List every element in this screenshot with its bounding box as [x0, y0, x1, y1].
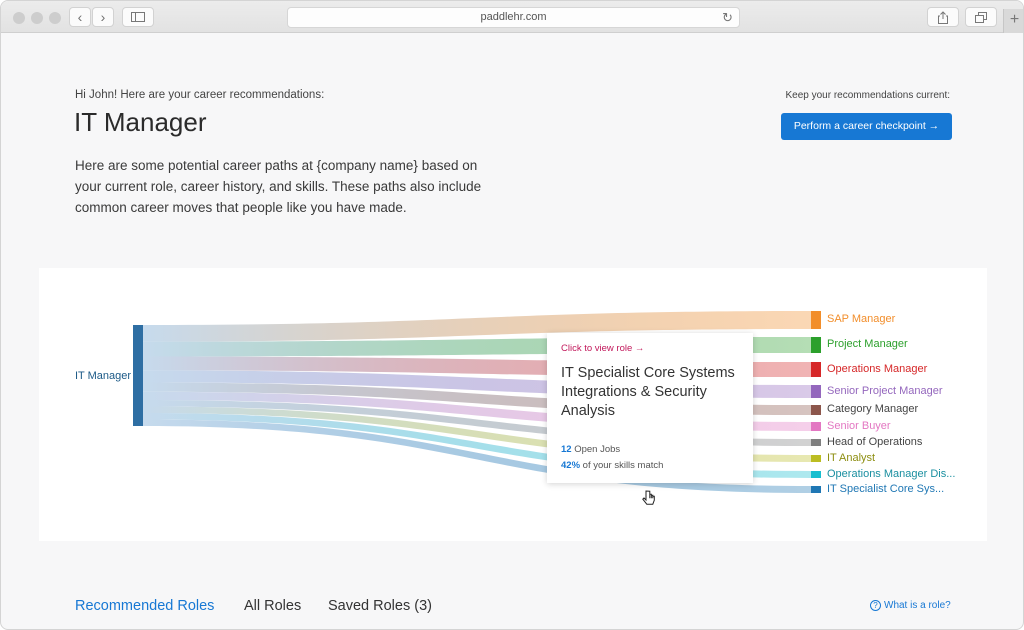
page-title: IT Manager	[74, 107, 207, 137]
career-checkpoint-button[interactable]: Perform a career checkpoint →	[781, 113, 952, 140]
sankey-target-label[interactable]: Operations Manager Dis...	[827, 468, 955, 480]
zoom-window-dot[interactable]	[49, 12, 61, 24]
browser-window: ‹ › paddlehr.com ↻ + Hi John! Here are y…	[0, 0, 1024, 630]
close-window-dot[interactable]	[13, 12, 25, 24]
open-jobs-label: Open Jobs	[571, 444, 621, 455]
sankey-source-node[interactable]	[133, 325, 143, 426]
browser-titlebar: ‹ › paddlehr.com ↻ +	[1, 1, 1023, 33]
skills-match-stat: 42% of your skills match	[561, 460, 663, 471]
greeting-text: Hi John! Here are your career recommenda…	[75, 89, 325, 101]
sankey-target-node[interactable]	[811, 455, 821, 462]
open-jobs-count: 12	[561, 444, 572, 455]
chevron-left-icon: ‹	[77, 9, 83, 25]
open-jobs-stat: 12 Open Jobs	[561, 444, 620, 455]
hand-cursor-icon	[642, 490, 656, 511]
sankey-target-node[interactable]	[811, 439, 821, 446]
sankey-card: IT Manager SAP Manager Project Manager Ope…	[39, 268, 987, 541]
sankey-target-node[interactable]	[811, 422, 821, 431]
tab-saved-roles[interactable]: Saved Roles (3)	[328, 598, 432, 614]
keep-current-label: Keep your recommendations current:	[785, 90, 950, 101]
tooltip-role-title: IT Specialist Core Systems Integrations …	[561, 365, 735, 419]
skills-match-pct: 42%	[561, 460, 581, 471]
back-button[interactable]: ‹	[69, 7, 91, 27]
forward-button[interactable]: ›	[92, 7, 114, 27]
role-tooltip[interactable]: Click to view role → IT Specialist Core …	[547, 333, 753, 483]
help-link-text: What is a role?	[884, 600, 951, 611]
sankey-target-label[interactable]: Operations Manager	[827, 363, 927, 375]
sankey-target-node[interactable]	[811, 471, 821, 478]
sidebar-toggle-button[interactable]	[122, 7, 154, 27]
sankey-target-node[interactable]	[811, 486, 821, 493]
sankey-target-label[interactable]: SAP Manager	[827, 313, 895, 325]
tab-recommended-roles[interactable]: Recommended Roles	[75, 598, 214, 614]
sankey-target-node[interactable]	[811, 405, 821, 415]
url-text: paddlehr.com	[480, 11, 547, 23]
sankey-target-label[interactable]: IT Analyst	[827, 452, 875, 464]
help-icon: ?	[870, 600, 881, 611]
tab-all-roles[interactable]: All Roles	[244, 598, 301, 614]
reload-icon[interactable]: ↻	[722, 8, 733, 27]
sidebar-icon	[131, 12, 145, 22]
new-tab-button[interactable]: +	[1003, 9, 1023, 33]
share-icon	[938, 10, 948, 24]
minimize-window-dot[interactable]	[31, 12, 43, 24]
sankey-target-node[interactable]	[811, 311, 821, 329]
what-is-role-link[interactable]: ? What is a role?	[870, 600, 951, 611]
address-bar[interactable]: paddlehr.com ↻	[287, 7, 740, 28]
share-button[interactable]	[927, 7, 959, 27]
sankey-target-label[interactable]: IT Specialist Core Sys...	[827, 483, 944, 495]
sankey-target-label[interactable]: Head of Operations	[827, 436, 922, 448]
tabs-overview-button[interactable]	[965, 7, 997, 27]
sankey-target-label[interactable]: Senior Buyer	[827, 420, 891, 432]
sankey-target-label[interactable]: Senior Project Manager	[827, 385, 943, 397]
sankey-target-node[interactable]	[811, 385, 821, 398]
chevron-right-icon: ›	[100, 9, 106, 25]
sankey-target-node[interactable]	[811, 362, 821, 377]
plus-icon: +	[1009, 11, 1020, 28]
view-role-link[interactable]: Click to view role →	[561, 343, 739, 354]
tabs-icon	[975, 11, 987, 23]
sankey-source-label[interactable]: IT Manager	[75, 370, 131, 382]
sankey-target-node[interactable]	[811, 337, 821, 353]
intro-paragraph: Here are some potential career paths at …	[75, 158, 482, 215]
skills-match-label: of your skills match	[580, 460, 664, 471]
sankey-target-label[interactable]: Category Manager	[827, 403, 918, 415]
sankey-target-label[interactable]: Project Manager	[827, 338, 908, 350]
